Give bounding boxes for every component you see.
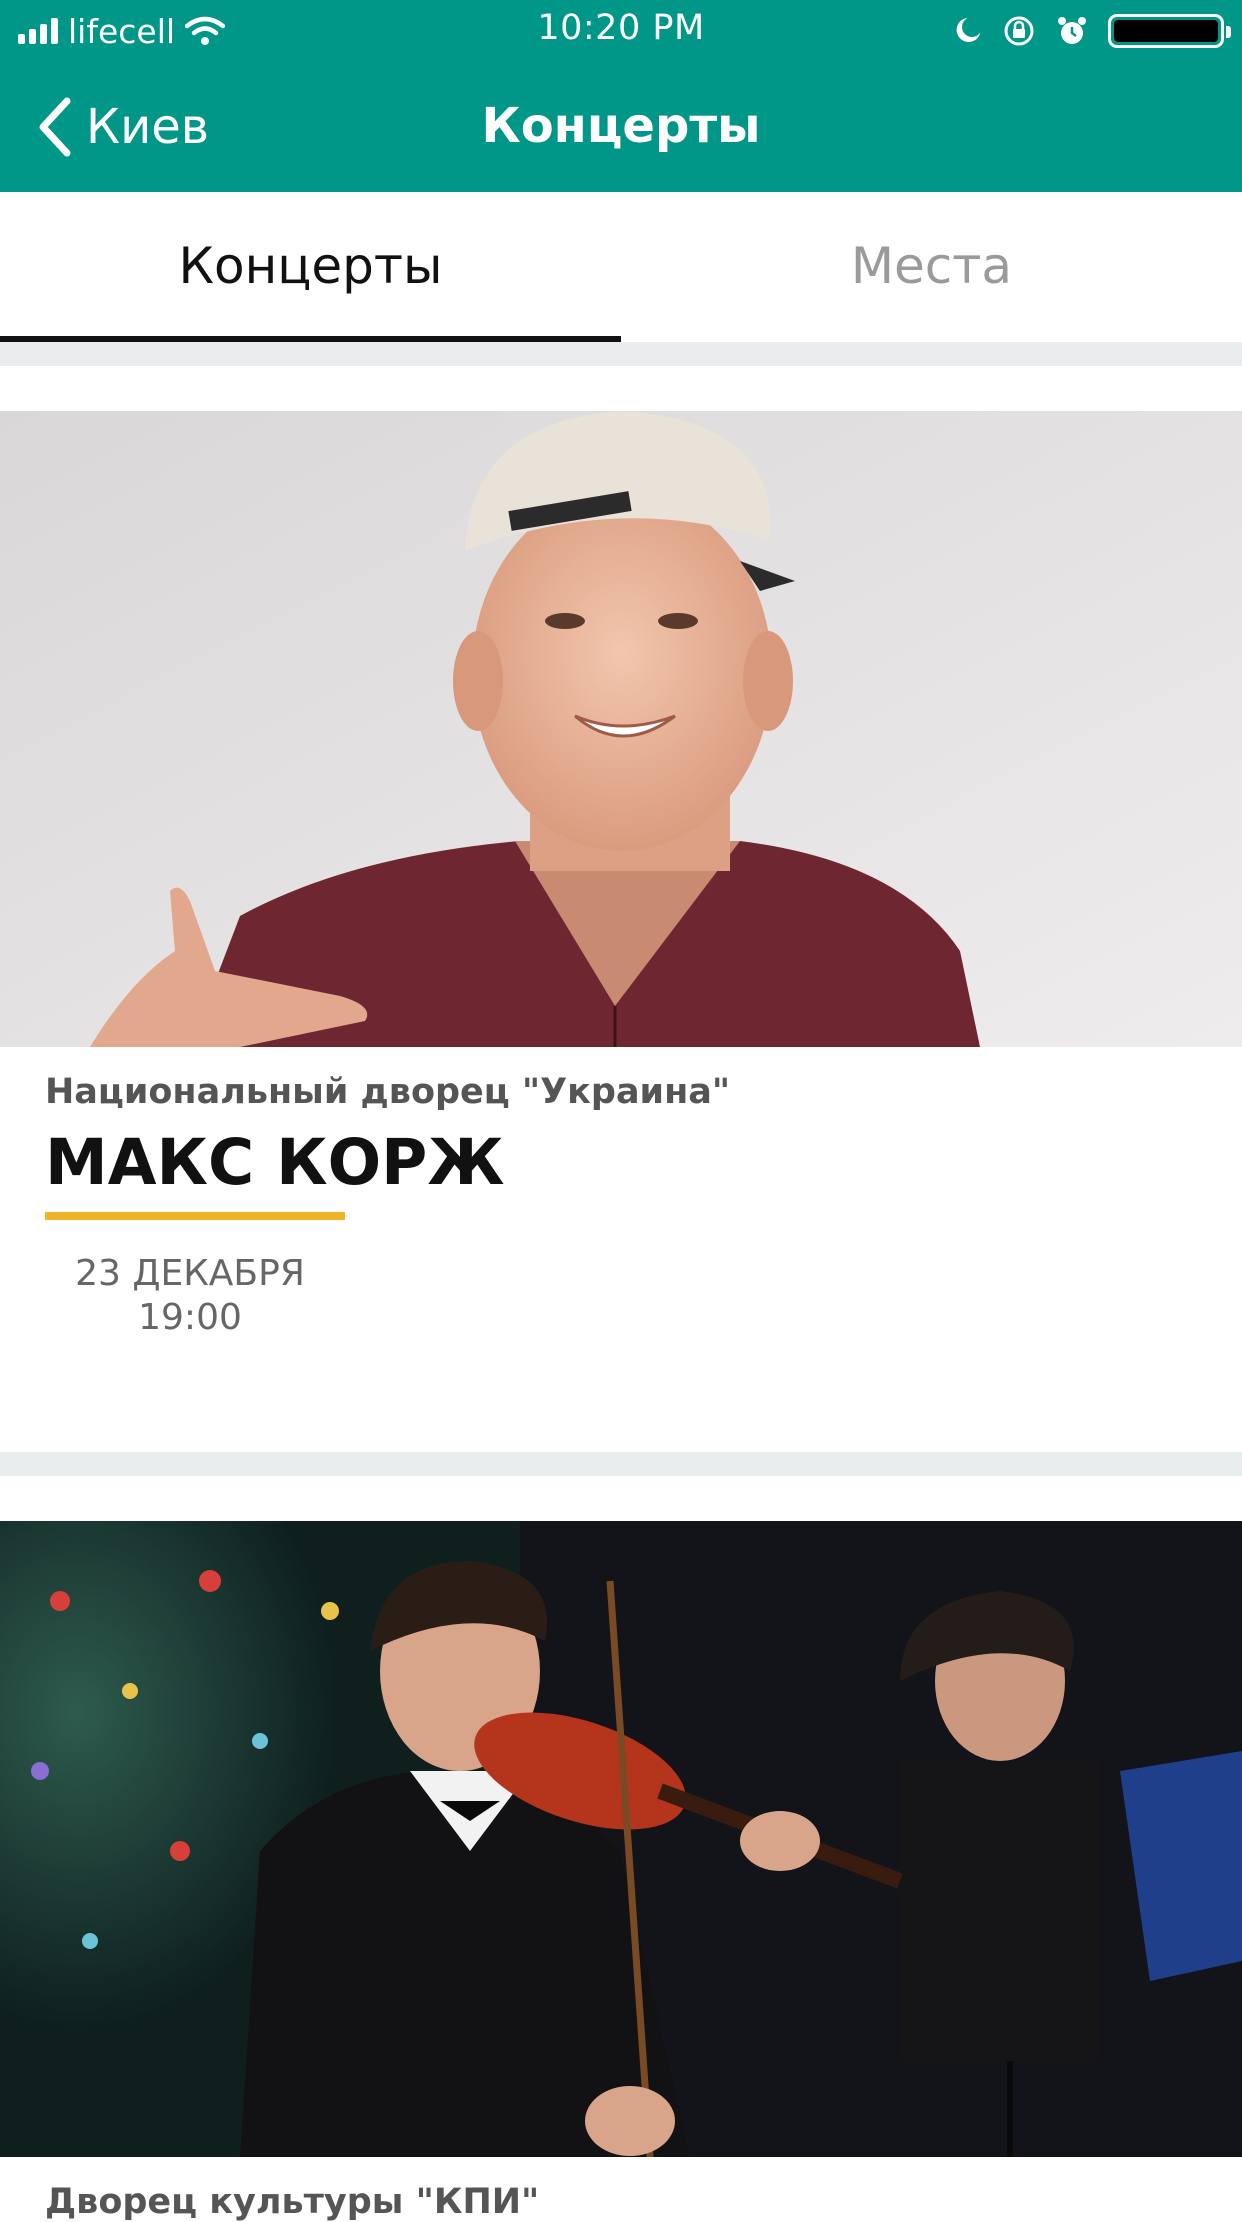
moon-icon bbox=[956, 18, 981, 42]
concert-card[interactable]: Национальный дворец "Украина" МАКС КОРЖ … bbox=[0, 366, 1242, 1452]
tab-places[interactable]: Места bbox=[621, 192, 1242, 342]
status-bar: lifecell 10:20 PM bbox=[0, 0, 1242, 62]
concert-card[interactable]: Дворец культуры "КПИ" bbox=[0, 1476, 1242, 2222]
status-right bbox=[952, 12, 1231, 50]
concert-title: МАКС КОРЖ bbox=[45, 1126, 505, 1199]
rotation-lock-icon bbox=[1004, 16, 1034, 46]
battery-icon bbox=[1108, 14, 1231, 48]
page-title: Концерты bbox=[481, 98, 761, 154]
tab-concerts[interactable]: Концерты bbox=[0, 192, 621, 342]
concert-venue: Национальный дворец "Украина" bbox=[45, 1072, 731, 1112]
section-separator bbox=[0, 342, 1242, 366]
concert-photo bbox=[0, 1521, 1242, 2157]
concert-venue: Дворец культуры "КПИ" bbox=[45, 2182, 540, 2222]
concert-time: 19:00 bbox=[138, 1297, 242, 1338]
title-accent-underline bbox=[45, 1212, 345, 1220]
tab-concerts-label: Концерты bbox=[178, 237, 443, 295]
navigation-bar: Киев Концерты bbox=[0, 62, 1242, 192]
tab-places-label: Места bbox=[850, 237, 1013, 295]
concert-datetime: 23 ДЕКАБРЯ 19:00 bbox=[45, 1252, 335, 1340]
section-separator bbox=[0, 1452, 1242, 1476]
app-header: lifecell 10:20 PM Киев Концерты bbox=[0, 0, 1242, 192]
alarm-icon bbox=[1058, 17, 1086, 44]
concert-date: 23 ДЕКАБРЯ bbox=[75, 1253, 305, 1294]
segmented-tabs: Концерты Места bbox=[0, 192, 1242, 342]
concert-photo bbox=[0, 411, 1242, 1047]
